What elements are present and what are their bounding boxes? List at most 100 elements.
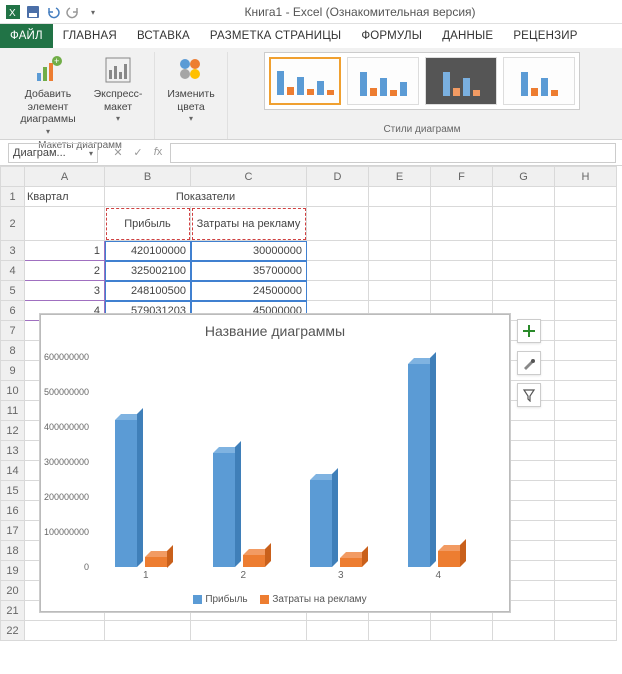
cell[interactable] [369,187,431,207]
row-header[interactable]: 20 [1,581,25,601]
col-header[interactable]: A [25,167,105,187]
cell[interactable]: 2 [25,261,105,281]
tab-file[interactable]: ФАЙЛ [0,24,53,48]
chart-style-3[interactable] [425,57,497,105]
tab-page-layout[interactable]: РАЗМЕТКА СТРАНИЦЫ [200,24,351,48]
chart-bar[interactable] [213,453,235,567]
cell[interactable] [191,621,307,641]
cell[interactable] [555,381,617,401]
save-icon[interactable] [24,3,42,21]
chart-styles-button[interactable] [517,351,541,375]
cell[interactable] [555,361,617,381]
row-header[interactable]: 7 [1,321,25,341]
cell[interactable] [555,241,617,261]
cell[interactable] [555,521,617,541]
cell[interactable] [555,207,617,241]
col-header[interactable]: G [493,167,555,187]
chart-object[interactable]: Название диаграммы 010000000020000000030… [40,314,510,612]
chart-style-1[interactable] [269,57,341,105]
cell[interactable]: Затраты на рекламу [191,207,307,241]
tab-data[interactable]: ДАННЫЕ [432,24,503,48]
cell[interactable] [307,261,369,281]
cell[interactable] [555,601,617,621]
select-all-corner[interactable] [1,167,25,187]
tab-formulas[interactable]: ФОРМУЛЫ [351,24,432,48]
row-header[interactable]: 1 [1,187,25,207]
cell[interactable] [555,621,617,641]
cell[interactable] [307,241,369,261]
cell[interactable]: 30000000 [191,241,307,261]
cell[interactable] [555,501,617,521]
row-header[interactable]: 14 [1,461,25,481]
cell[interactable] [431,281,493,301]
chart-filters-button[interactable] [517,383,541,407]
tab-home[interactable]: ГЛАВНАЯ [53,24,127,48]
cell[interactable] [555,481,617,501]
cell[interactable] [555,281,617,301]
cell[interactable]: 325002100 [105,261,191,281]
cell[interactable] [369,621,431,641]
cell[interactable] [431,621,493,641]
cell[interactable]: 248100500 [105,281,191,301]
cell[interactable] [431,241,493,261]
col-header[interactable]: C [191,167,307,187]
chart-bar[interactable] [408,364,430,567]
row-header[interactable]: 5 [1,281,25,301]
col-header[interactable]: B [105,167,191,187]
col-header[interactable]: E [369,167,431,187]
cell[interactable]: 420100000 [105,241,191,261]
cell[interactable] [307,187,369,207]
row-header[interactable]: 11 [1,401,25,421]
cell[interactable] [369,241,431,261]
undo-icon[interactable] [44,3,62,21]
cell[interactable] [493,261,555,281]
chart-bar[interactable] [340,558,362,567]
name-box[interactable]: Диаграм...▾ [8,143,98,163]
chart-legend[interactable]: Прибыль Затраты на рекламу [41,594,509,605]
row-header[interactable]: 12 [1,421,25,441]
cell[interactable] [493,281,555,301]
cell[interactable]: 24500000 [191,281,307,301]
chart-elements-button[interactable] [517,319,541,343]
cancel-icon[interactable]: ✕ [110,146,126,159]
cell[interactable] [25,621,105,641]
cell[interactable] [555,261,617,281]
tab-insert[interactable]: ВСТАВКА [127,24,200,48]
col-header[interactable]: D [307,167,369,187]
cell[interactable] [555,461,617,481]
formula-bar[interactable] [170,143,616,163]
cell[interactable] [369,261,431,281]
cell[interactable]: 35700000 [191,261,307,281]
row-header[interactable]: 18 [1,541,25,561]
chart-bar[interactable] [438,551,460,567]
cell[interactable] [555,187,617,207]
cell[interactable] [555,341,617,361]
cell[interactable] [493,621,555,641]
redo-icon[interactable] [64,3,82,21]
cell[interactable] [369,281,431,301]
row-header[interactable]: 6 [1,301,25,321]
cell[interactable] [555,541,617,561]
excel-icon[interactable]: X [4,3,22,21]
row-header[interactable]: 21 [1,601,25,621]
tab-review[interactable]: РЕЦЕНЗИР [503,24,587,48]
change-colors-button[interactable]: Изменить цвета▾ [161,52,221,125]
cell[interactable] [307,207,369,241]
cell[interactable] [493,241,555,261]
chart-bar[interactable] [243,555,265,567]
cell[interactable] [555,581,617,601]
enter-icon[interactable]: ✓ [130,146,146,159]
cell[interactable] [555,561,617,581]
cell[interactable] [369,207,431,241]
col-header[interactable]: H [555,167,617,187]
col-header[interactable]: F [431,167,493,187]
row-header[interactable]: 3 [1,241,25,261]
chart-bar[interactable] [145,557,167,568]
row-header[interactable]: 16 [1,501,25,521]
cell[interactable] [555,401,617,421]
cell[interactable] [25,207,105,241]
row-header[interactable]: 2 [1,207,25,241]
chart-style-2[interactable] [347,57,419,105]
row-header[interactable]: 10 [1,381,25,401]
cell[interactable]: Показатели [105,187,307,207]
